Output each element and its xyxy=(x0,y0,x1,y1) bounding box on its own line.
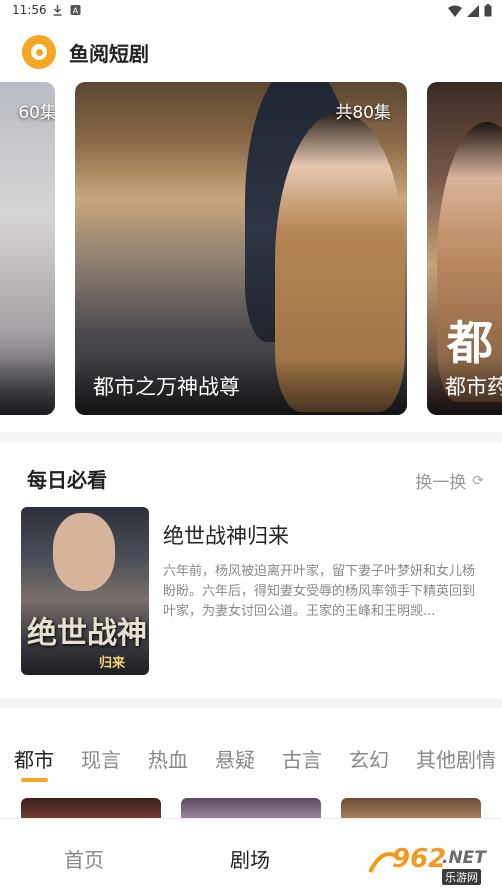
banner-caption: 都市药 xyxy=(445,375,502,399)
episode-count: 60集 xyxy=(18,103,55,123)
site-watermark: 962 .NET 乐游网 xyxy=(362,842,494,886)
refresh-label: 换一换 xyxy=(415,473,467,493)
section-title: 每日必看 xyxy=(27,468,107,492)
watermark-net: .NET xyxy=(442,848,486,868)
nav-theater[interactable]: 剧场 xyxy=(230,844,270,873)
watermark-sub: 乐游网 xyxy=(442,869,481,885)
episode-count: 共80集 xyxy=(335,103,391,123)
tab-rexue[interactable]: 热血 xyxy=(148,744,188,773)
battery-icon xyxy=(484,4,492,17)
tab-other[interactable]: 其他剧情 xyxy=(416,744,496,773)
genre-tabs: 都市 现言 热血 悬疑 古言 玄幻 其他剧情 xyxy=(14,744,502,773)
active-tab-indicator xyxy=(21,778,48,782)
refresh-button[interactable]: 换一换 ⟳ xyxy=(415,468,484,494)
refresh-icon: ⟳ xyxy=(472,472,484,489)
tab-dushi[interactable]: 都市 xyxy=(14,744,54,773)
nav-home[interactable]: 首页 xyxy=(64,844,104,873)
svg-text:A: A xyxy=(73,7,79,16)
download-icon xyxy=(53,5,62,16)
status-bar: 11:56 A xyxy=(0,0,502,22)
cover-title: 绝世战神 xyxy=(27,616,147,651)
banner-caption: 都市之万神战尊 xyxy=(93,375,240,399)
a-box-icon: A xyxy=(70,5,81,16)
cover-subtitle: 归来 xyxy=(99,656,126,671)
tab-xuanyi[interactable]: 悬疑 xyxy=(215,744,255,773)
banner-card-next[interactable]: 都 都市药 xyxy=(427,82,502,415)
status-time: 11:56 xyxy=(12,3,47,17)
tab-xuanhuan[interactable]: 玄幻 xyxy=(349,744,389,773)
tab-xianyan[interactable]: 现言 xyxy=(81,744,121,773)
banner-carousel[interactable]: 60集 共80集 都市之万神战尊 都 都市药 xyxy=(0,74,502,432)
wifi-icon xyxy=(448,5,462,17)
show-name[interactable]: 绝世战神归来 xyxy=(163,520,289,550)
banner-card-current[interactable]: 共80集 都市之万神战尊 xyxy=(75,82,407,415)
banner-card-prev[interactable]: 60集 xyxy=(0,82,55,415)
app-logo-icon xyxy=(22,35,56,69)
tab-guyan[interactable]: 古言 xyxy=(282,744,322,773)
watermark-number: 962 xyxy=(392,844,447,874)
show-cover[interactable]: 绝世战神 归来 xyxy=(21,507,149,675)
daily-section: 每日必看 换一换 ⟳ 绝世战神 归来 绝世战神归来 六年前，杨风被迫离开叶家，留… xyxy=(0,442,502,698)
app-bar: 鱼阅短剧 xyxy=(0,22,502,74)
show-description: 六年前，杨风被迫离开叶家，留下妻子叶梦妍和女儿杨盼盼。六年后，得知妻女受辱的杨风… xyxy=(163,564,476,619)
signal-icon xyxy=(467,4,479,17)
app-title: 鱼阅短剧 xyxy=(69,42,149,66)
